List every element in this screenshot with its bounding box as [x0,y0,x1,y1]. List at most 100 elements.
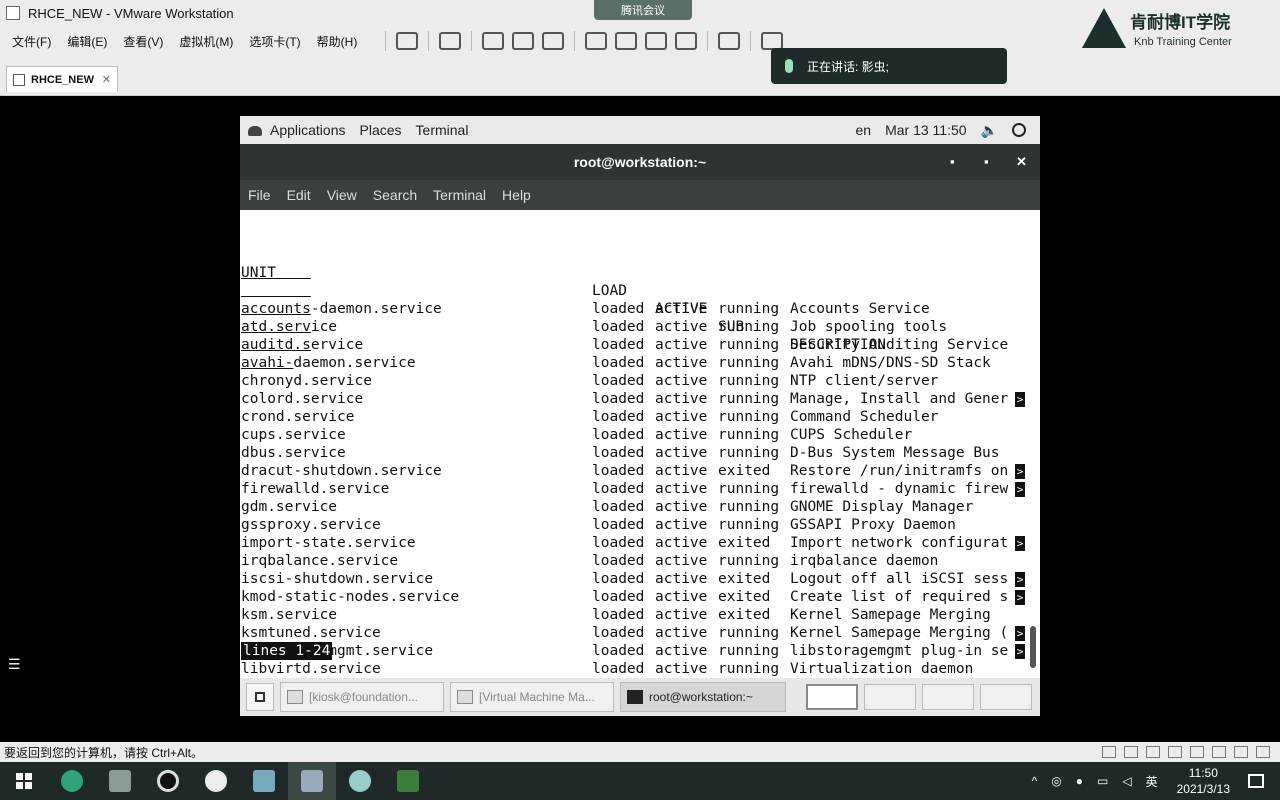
task-label: [kiosk@foundation... [309,690,418,704]
terminal-menu-view[interactable]: View [327,187,357,203]
tray-volume-icon[interactable]: ◁ [1122,774,1131,788]
service-active: active [655,319,708,335]
applications-menu[interactable]: Applications [248,122,346,138]
ime-indicator[interactable]: 英 [1146,773,1158,790]
service-unit: iscsi-shutdown.service [241,571,434,587]
list-icon[interactable]: ☰ [8,656,22,672]
service-sub: running [718,499,780,515]
show-desktop-button[interactable] [246,683,274,711]
fullscreen-icon[interactable] [645,32,668,50]
menu-edit[interactable]: 编辑(E) [67,33,107,50]
tray-expand-icon[interactable]: ^ [1032,774,1038,788]
brand-name-en: Knb Training Center [1134,36,1232,48]
windows-start-button[interactable] [0,762,48,800]
service-sub: running [718,643,780,659]
library-icon[interactable] [585,32,608,50]
task-virtual-machine-manager[interactable]: [Virtual Machine Ma... [450,682,614,712]
service-load: loaded [592,517,645,533]
service-unit: firewalld.service [241,481,390,497]
tray-mic-icon[interactable]: ● [1076,774,1083,788]
notes-app[interactable] [192,762,240,800]
thumbnail-icon[interactable] [615,32,638,50]
cd-dvd-icon[interactable] [1124,746,1138,758]
word-app[interactable] [384,762,432,800]
sound-card-icon[interactable] [1190,746,1204,758]
service-unit: auditd.service [241,337,364,353]
terminal-menu-edit[interactable]: Edit [287,187,311,203]
workspace-4[interactable] [980,684,1032,710]
tab-rhce-new[interactable]: RHCE_NEW ✕ [6,66,118,92]
tray-app-icon[interactable]: ◎ [1051,774,1061,788]
revert-snapshot-icon[interactable] [512,32,535,50]
vmware-app[interactable] [288,762,336,800]
meeting-badge[interactable]: 腾讯会议 [594,0,692,20]
menu-view[interactable]: 查看(V) [123,33,163,50]
usb-icon[interactable] [1212,746,1226,758]
windows-taskbar: ^ ◎ ● ▭ ◁ 英 11:50 2021/3/13 [0,762,1280,800]
service-unit: atd.service [241,319,338,335]
service-sub: running [718,661,780,677]
terminal-menu-help[interactable]: Help [502,187,531,203]
task-root-terminal[interactable]: root@workstation:~ [620,682,786,712]
service-active: active [655,589,708,605]
snapshot-icon[interactable] [482,32,505,50]
terminal-scrollbar[interactable] [1030,216,1036,670]
terminal-menu-terminal[interactable]: Terminal [433,187,486,203]
service-row: auditd.service loaded active running Securit… [241,336,1027,354]
snapshot-manager-icon[interactable] [542,32,565,50]
close-icon[interactable]: ✕ [1016,154,1027,170]
power-icon[interactable] [1012,123,1026,137]
menu-help[interactable]: 帮助(H) [317,33,358,50]
message-log-icon[interactable] [1256,746,1270,758]
notification-icon[interactable] [1248,774,1264,788]
minimize-icon[interactable]: ▪ [950,154,955,169]
tray-network-icon[interactable]: ▭ [1097,774,1108,788]
task-kiosk-terminal[interactable]: [kiosk@foundation... [280,682,444,712]
workspace-1[interactable] [806,684,858,710]
terminal-app-menu[interactable]: Terminal [416,122,469,138]
service-active: active [655,409,708,425]
terminal-menubar: File Edit View Search Terminal Help [240,180,1040,210]
applications-label: Applications [270,122,346,138]
scrollbar-thumb[interactable] [1030,626,1036,668]
gnome-clock[interactable]: Mar 13 11:50 [885,122,966,138]
edge-app[interactable] [48,762,96,800]
network-adapter-icon[interactable] [1146,746,1160,758]
system-clock[interactable]: 11:50 2021/3/13 [1177,765,1230,797]
workspace-2[interactable] [864,684,916,710]
menu-vm[interactable]: 虚拟机(M) [179,33,233,50]
menu-file[interactable]: 文件(F) [12,33,51,50]
pause-icon[interactable] [396,32,419,50]
terminal-menu-file[interactable]: File [248,187,271,203]
terminal-menu-search[interactable]: Search [373,187,417,203]
file-explorer-app[interactable] [96,762,144,800]
network-app[interactable] [336,762,384,800]
obs-app[interactable] [144,762,192,800]
places-menu[interactable]: Places [360,122,402,138]
service-sub: exited [718,571,771,587]
service-row: libvirtd.service loaded active running Virtu… [241,660,1027,678]
truncation-marker: > [1015,482,1025,497]
windows-logo-icon [16,773,32,789]
send-ctrl-alt-del-icon[interactable] [439,32,462,50]
console-icon[interactable] [718,32,741,50]
maximize-icon[interactable]: ▪ [984,154,989,169]
service-sub: exited [718,607,771,623]
input-language[interactable]: en [856,122,872,138]
terminal-output[interactable]: UNIT LOAD ACTIVE SUB DESCRIPTION account… [240,210,1040,678]
gnome-status-area: en Mar 13 11:50 🔈 [842,122,1040,139]
printer-icon[interactable] [1168,746,1182,758]
hard-disk-icon[interactable] [1102,746,1116,758]
volume-icon[interactable]: 🔈 [981,122,998,139]
service-row: accounts-daemon.service loaded active runni… [241,300,1027,318]
guest-screen[interactable]: Applications Places Terminal en Mar 13 1… [240,116,1040,716]
service-row: dracut-shutdown.service loaded active exite… [241,462,1027,480]
workspace-3[interactable] [922,684,974,710]
tab-close-icon[interactable]: ✕ [102,73,111,86]
service-load: loaded [592,427,645,443]
menu-tabs[interactable]: 选项卡(T) [249,33,300,50]
service-sub: running [718,391,780,407]
display-icon[interactable] [1234,746,1248,758]
photos-app[interactable] [240,762,288,800]
unity-icon[interactable] [675,32,698,50]
